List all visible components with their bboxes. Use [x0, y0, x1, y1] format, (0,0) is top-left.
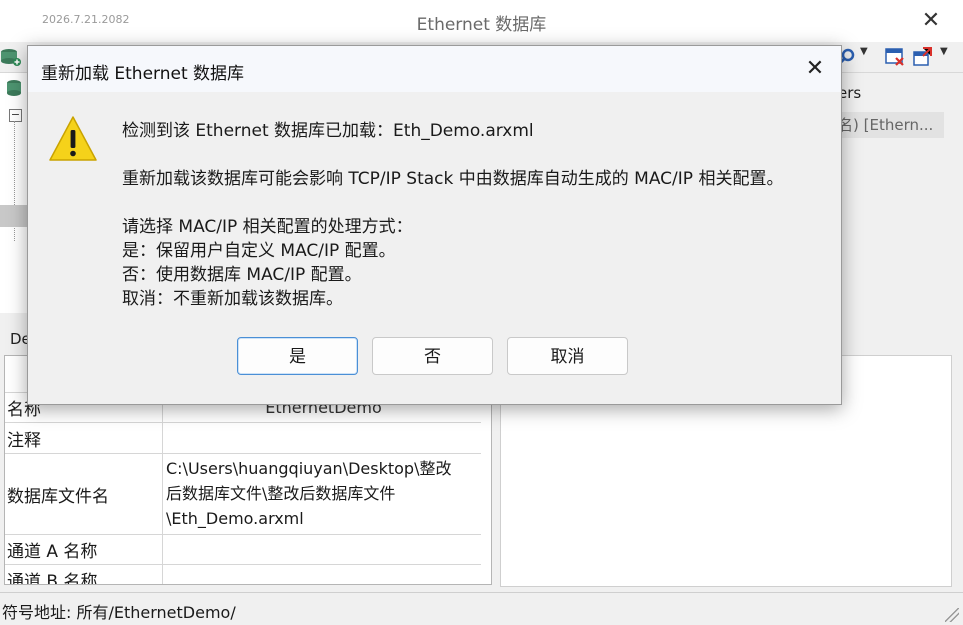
main-titlebar: 2026.7.21.2082 Ethernet 数据库 ✕ [0, 0, 963, 42]
table-row[interactable]: 通道 B 名称 [5, 565, 481, 584]
table-row[interactable]: 通道 A 名称 [5, 535, 481, 565]
dialog-message-loaded: 检测到该 Ethernet 数据库已加载：Eth_Demo.arxml [122, 121, 534, 141]
property-name: 注释 [5, 423, 163, 453]
file-path-line: 后数据库文件\整改后数据库文件 [166, 484, 396, 503]
export-icon[interactable] [912, 46, 934, 68]
search-dropdown-icon[interactable]: ▼ [860, 46, 868, 57]
database-icon [7, 80, 21, 96]
property-name: 通道 B 名称 [5, 565, 163, 584]
close-window-icon[interactable] [884, 46, 906, 68]
file-path-line: C:\Users\huangqiuyan\Desktop\整改 [166, 459, 452, 478]
dialog-message-prompt: 请选择 MAC/IP 相关配置的处理方式： [122, 217, 413, 237]
dialog-close-button[interactable]: ✕ [795, 54, 835, 84]
status-bar: 符号地址: 所有/EthernetDemo/ [0, 592, 963, 625]
database-add-icon[interactable] [0, 46, 22, 68]
property-value[interactable] [164, 423, 481, 453]
symbol-address-status: 符号地址: 所有/EthernetDemo/ [2, 603, 236, 622]
property-name: 通道 A 名称 [5, 535, 163, 564]
warning-triangle-icon [49, 116, 97, 161]
yes-button[interactable]: 是 [237, 337, 358, 375]
dialog-message-impact: 重新加载该数据库可能会影响 TCP/IP Stack 中由数据库自动生成的 MA… [122, 169, 784, 189]
dialog-option-cancel-text: 取消：不重新加载该数据库。 [122, 289, 343, 309]
cancel-button[interactable]: 取消 [507, 337, 628, 375]
no-button[interactable]: 否 [372, 337, 493, 375]
export-dropdown-icon[interactable]: ▼ [940, 46, 948, 57]
property-value[interactable] [164, 565, 481, 584]
window-title: Ethernet 数据库 [416, 15, 547, 35]
tree-selected-item[interactable] [0, 205, 30, 227]
file-path-line: \Eth_Demo.arxml [166, 509, 304, 528]
resize-grip-icon[interactable] [945, 608, 959, 622]
property-name: 数据库文件名 [5, 454, 163, 534]
property-value[interactable] [164, 535, 481, 564]
dialog-title: 重新加载 Ethernet 数据库 [41, 64, 245, 84]
dialog-option-yes-text: 是：保留用户自定义 MAC/IP 配置。 [122, 241, 396, 261]
dialog-option-no-text: 否：使用数据库 MAC/IP 配置。 [122, 265, 362, 285]
table-row[interactable]: 数据库文件名 C:\Users\huangqiuyan\Desktop\整改 后… [5, 454, 481, 535]
right-tree-item[interactable]: 名) [Ethern... [838, 112, 944, 138]
table-row[interactable]: 注释 [5, 423, 481, 454]
dialog-titlebar: 重新加载 Ethernet 数据库 ✕ [28, 46, 841, 92]
property-value[interactable]: C:\Users\huangqiuyan\Desktop\整改 后数据库文件\整… [164, 454, 481, 534]
window-close-button[interactable]: ✕ [914, 6, 948, 36]
reload-database-dialog: 重新加载 Ethernet 数据库 ✕ 检测到该 Ethernet 数据库已加载… [27, 45, 842, 405]
